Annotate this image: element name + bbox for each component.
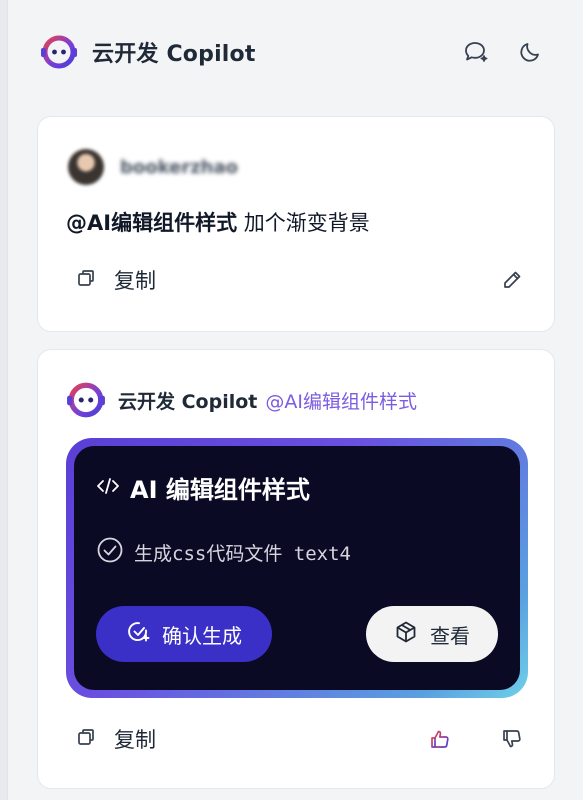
user-row: bookerzhao <box>68 149 238 185</box>
bot-message-card: 云开发 Copilot @AI编辑组件样式 AI 编辑组件样式 生成css代码文… <box>37 349 555 789</box>
user-message-card: bookerzhao @AI编辑组件样式 加个渐变背景 复制 <box>37 116 555 332</box>
bot-mention: @AI编辑组件样式 <box>265 390 417 413</box>
bot-message-actions: 复制 <box>76 724 526 754</box>
confirm-generate-button[interactable]: 确认生成 <box>96 606 272 662</box>
confirm-label: 确认生成 <box>162 623 242 648</box>
view-label: 查看 <box>430 623 470 648</box>
app-header: 云开发 Copilot <box>40 34 550 70</box>
copy-button[interactable]: 复制 <box>76 724 156 754</box>
message-mention: @AI编辑组件样式 <box>66 211 238 235</box>
task-card-inner: AI 编辑组件样式 生成css代码文件 text4 确认生成 查看 <box>74 446 520 690</box>
copy-button[interactable]: 复制 <box>76 265 156 295</box>
bot-name: 云开发 Copilot <box>118 390 258 413</box>
copy-label: 复制 <box>114 728 156 752</box>
username: bookerzhao <box>120 156 238 178</box>
cube-icon <box>394 620 418 648</box>
avatar <box>68 149 104 185</box>
task-title: AI 编辑组件样式 <box>130 476 310 504</box>
check-sparkle-icon <box>126 619 152 649</box>
bot-row: 云开发 Copilot @AI编辑组件样式 <box>66 380 417 420</box>
view-button[interactable]: 查看 <box>366 606 498 662</box>
user-right-actions <box>498 266 526 294</box>
app-title: 云开发 Copilot <box>92 42 256 67</box>
chat-sparkle-icon[interactable] <box>462 38 490 66</box>
copy-icon <box>76 268 96 292</box>
code-icon <box>96 476 120 500</box>
edit-icon[interactable] <box>498 266 526 294</box>
check-circle-icon <box>96 536 124 568</box>
copy-icon <box>76 727 96 751</box>
copilot-logo-icon <box>66 380 106 420</box>
user-message-text: @AI编辑组件样式 加个渐变背景 <box>66 207 370 237</box>
task-title-row: AI 编辑组件样式 <box>96 470 310 505</box>
task-step-text: 生成css代码文件 text4 <box>134 542 351 565</box>
thumbs-up-icon[interactable] <box>426 725 454 753</box>
copilot-logo-icon <box>40 33 78 71</box>
task-step: 生成css代码文件 text4 <box>96 536 351 568</box>
user-message-actions: 复制 <box>76 265 526 295</box>
thumbs-down-icon[interactable] <box>498 725 526 753</box>
task-card: AI 编辑组件样式 生成css代码文件 text4 确认生成 查看 <box>66 438 528 698</box>
window-edge <box>0 0 8 800</box>
moon-icon[interactable] <box>516 38 544 66</box>
message-body: 加个渐变背景 <box>237 211 370 235</box>
header-actions <box>462 38 550 66</box>
bot-right-actions <box>426 725 526 753</box>
copy-label: 复制 <box>114 269 156 293</box>
